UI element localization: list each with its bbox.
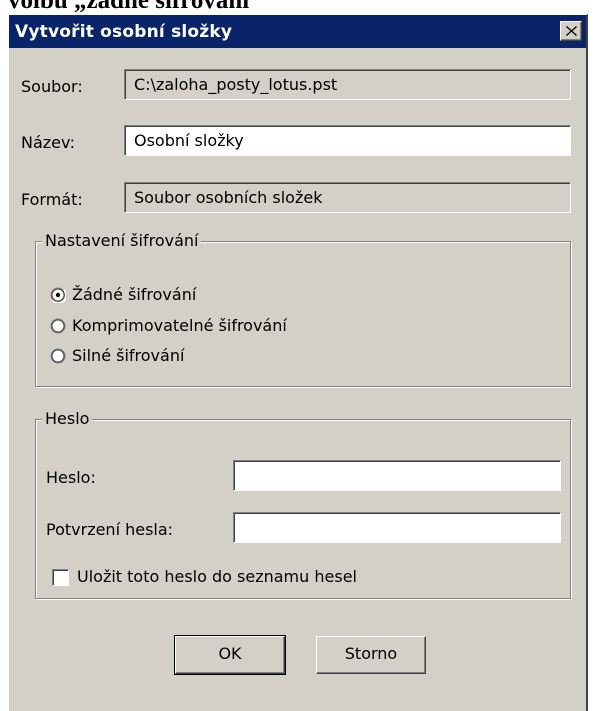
file-label: Soubor: bbox=[21, 77, 83, 96]
radio-label: Silné šifrování bbox=[72, 346, 185, 365]
radio-unselected-icon[interactable] bbox=[50, 318, 66, 334]
save-password-checkbox[interactable] bbox=[52, 569, 69, 586]
cancel-button[interactable]: Storno bbox=[316, 636, 426, 674]
close-button[interactable] bbox=[560, 21, 582, 41]
password-legend: Heslo bbox=[42, 409, 93, 428]
document-heading: volbu „žádné šifrování“ bbox=[8, 0, 262, 14]
dialog-title: Vytvořit osobní složky bbox=[15, 22, 233, 42]
close-x-icon bbox=[566, 26, 577, 36]
confirm-password-label: Potvrzení hesla: bbox=[46, 520, 174, 539]
file-path-field: C:\zaloha_posty_lotus.pst bbox=[124, 69, 571, 100]
password-input[interactable] bbox=[233, 460, 561, 491]
password-label: Heslo: bbox=[46, 468, 96, 487]
encryption-settings-group: Nastavení šifrování Žádné šifrování Komp… bbox=[35, 231, 571, 387]
title-bar[interactable]: Vytvořit osobní složky bbox=[9, 15, 586, 48]
ok-button[interactable]: OK bbox=[174, 635, 286, 675]
name-input[interactable]: Osobní složky bbox=[124, 125, 571, 156]
radio-label: Komprimovatelné šifrování bbox=[72, 316, 287, 335]
format-label: Formát: bbox=[21, 190, 83, 209]
save-password-label: Uložit toto heslo do seznamu hesel bbox=[77, 567, 357, 586]
name-label: Název: bbox=[21, 133, 75, 152]
create-personal-folders-dialog: Vytvořit osobní složky Soubor: C:\zaloha… bbox=[8, 14, 588, 711]
radio-unselected-icon[interactable] bbox=[50, 348, 66, 364]
radio-label: Žádné šifrování bbox=[72, 285, 197, 304]
radio-selected-icon[interactable] bbox=[50, 287, 66, 303]
confirm-password-input[interactable] bbox=[233, 512, 561, 543]
format-field: Soubor osobních složek bbox=[124, 182, 571, 213]
encryption-settings-legend: Nastavení šifrování bbox=[42, 231, 202, 250]
password-group: Heslo Heslo: Potvrzení hesla: Uložit tot… bbox=[35, 409, 571, 599]
